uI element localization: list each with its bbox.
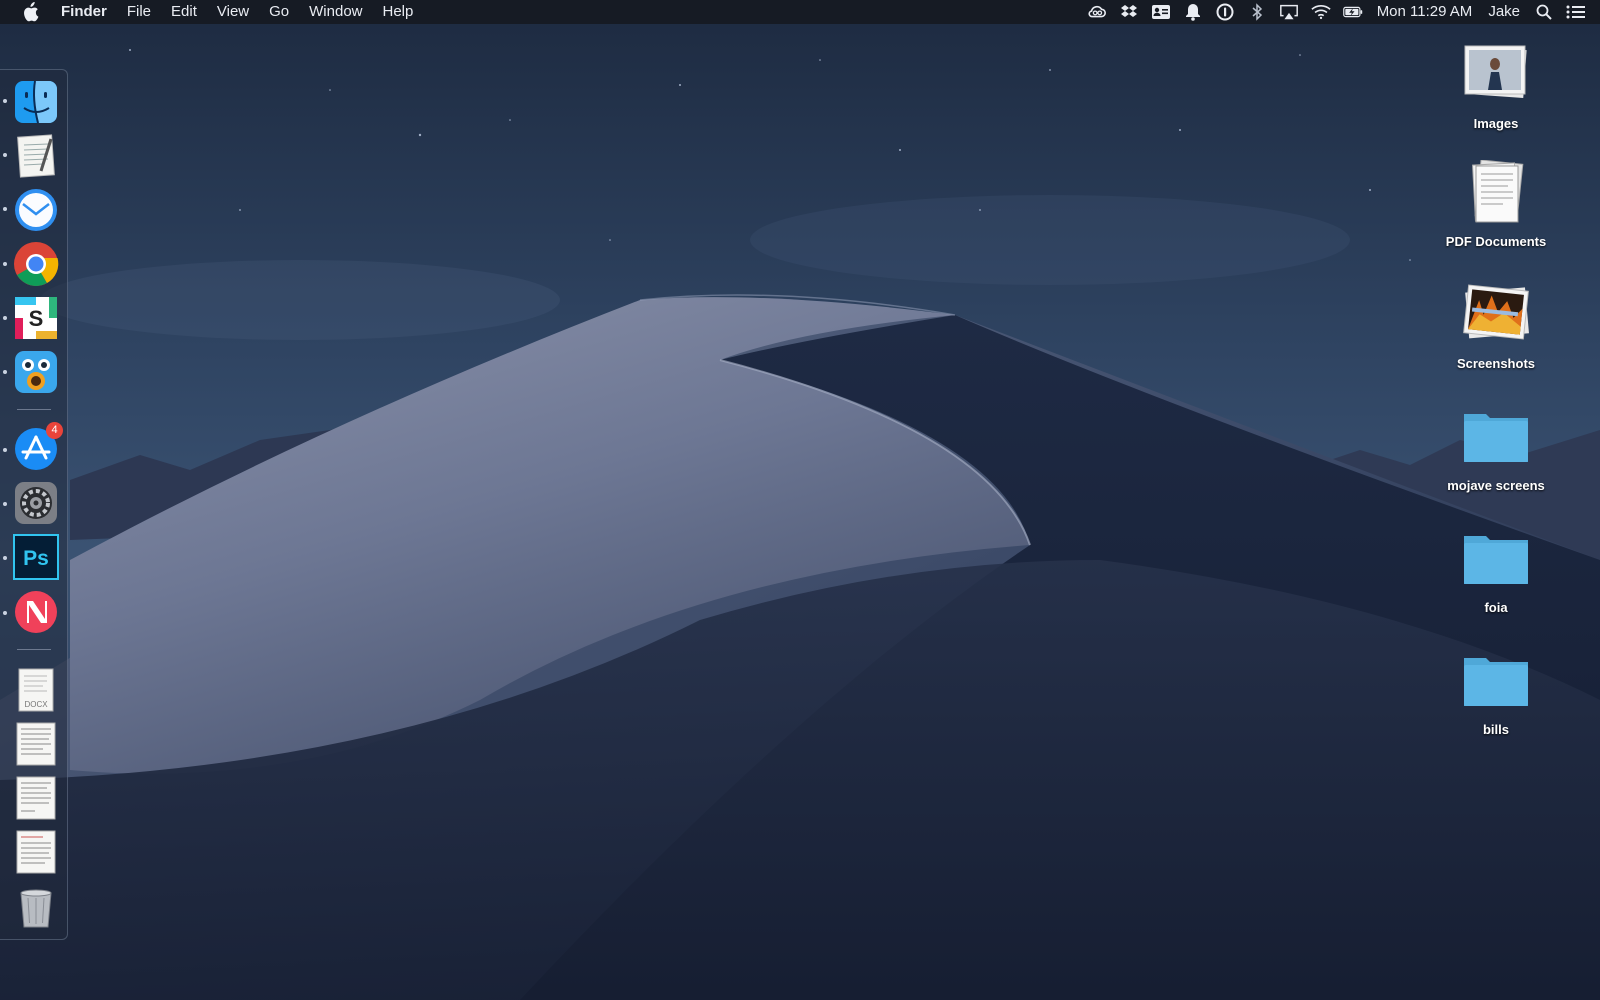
desktop-item-foia[interactable]: foia xyxy=(1436,526,1556,615)
dock-document[interactable] xyxy=(13,721,59,767)
dock-app-store[interactable]: 4 xyxy=(13,422,63,472)
document-icon xyxy=(16,776,56,820)
dock-separator xyxy=(17,649,51,650)
app-menu-finder[interactable]: Finder xyxy=(59,0,117,24)
document-icon: DOCX xyxy=(18,668,54,712)
running-indicator xyxy=(3,370,7,374)
system-preferences-icon xyxy=(15,482,57,524)
trash-icon xyxy=(20,889,52,928)
folder-icon xyxy=(1464,414,1528,462)
desktop-item-mojave-screens[interactable]: mojave screens xyxy=(1436,404,1556,493)
desktop-item-bills[interactable]: bills xyxy=(1436,648,1556,737)
desktop-item-screenshots[interactable]: Screenshots xyxy=(1436,282,1556,371)
menu-file[interactable]: File xyxy=(117,0,161,24)
running-indicator xyxy=(3,316,7,320)
running-indicator xyxy=(3,502,7,506)
battery-charging-icon[interactable] xyxy=(1342,3,1363,21)
textedit-icon xyxy=(17,134,55,178)
menu-edit[interactable]: Edit xyxy=(161,0,207,24)
desktop-item-pdf-documents[interactable]: PDF Documents xyxy=(1436,159,1556,249)
dock-tweetbot[interactable] xyxy=(13,349,59,395)
document-icon xyxy=(16,722,56,766)
dock-chrome[interactable] xyxy=(13,241,59,287)
photoshop-icon: Ps xyxy=(13,534,59,580)
svg-text:S: S xyxy=(29,306,44,331)
running-indicator xyxy=(3,153,7,157)
folder-icon xyxy=(1464,536,1528,584)
desktop-item-label: Images xyxy=(1473,116,1519,131)
dock-document[interactable] xyxy=(13,829,59,875)
desktop-item-label: foia xyxy=(1484,600,1508,615)
bluetooth-icon[interactable] xyxy=(1247,3,1267,21)
slack-icon: S xyxy=(15,297,57,339)
docx-label: DOCX xyxy=(24,700,48,709)
image-stack-icon xyxy=(1464,45,1527,98)
dock-separator xyxy=(17,409,51,410)
running-indicator xyxy=(3,262,7,266)
running-indicator xyxy=(3,611,7,615)
dock-docx-file[interactable]: DOCX xyxy=(13,667,59,713)
document-icon xyxy=(16,830,56,874)
dock-document[interactable] xyxy=(13,775,59,821)
dock-finder[interactable] xyxy=(13,79,59,125)
running-indicator xyxy=(3,207,7,211)
menu-clock[interactable]: Mon 11:29 AM xyxy=(1369,0,1481,24)
screenshot-stack-icon xyxy=(1463,284,1529,340)
wifi-icon[interactable] xyxy=(1311,3,1331,21)
folder-icon xyxy=(1464,658,1528,706)
desktop-item-images[interactable]: Images xyxy=(1436,42,1556,131)
finder-icon xyxy=(15,80,57,124)
notification-bell-icon[interactable] xyxy=(1183,3,1203,21)
list-icon[interactable] xyxy=(1566,3,1586,21)
menu-view[interactable]: View xyxy=(207,0,259,24)
user-menu[interactable]: Jake xyxy=(1480,0,1528,24)
running-indicator xyxy=(3,448,7,452)
app-store-badge: 4 xyxy=(46,422,63,439)
dock-airmail[interactable] xyxy=(13,187,59,233)
airplay-icon[interactable] xyxy=(1279,3,1299,21)
running-indicator xyxy=(3,99,7,103)
dock: S 4 Ps DOCX xyxy=(0,69,68,940)
dock-system-preferences[interactable] xyxy=(13,480,59,526)
dock-news[interactable] xyxy=(13,589,59,635)
pdf-stack-icon xyxy=(1472,159,1524,223)
running-indicator xyxy=(3,556,7,560)
search-icon[interactable] xyxy=(1534,3,1554,21)
contact-card-icon[interactable] xyxy=(1151,3,1171,21)
dock-trash[interactable] xyxy=(13,883,59,929)
menu-bar: Finder File Edit View Go Window Help Mon… xyxy=(0,0,1600,24)
news-icon xyxy=(15,591,57,633)
desktop-item-label: mojave screens xyxy=(1447,478,1545,493)
dock-slack[interactable]: S xyxy=(13,295,59,341)
dock-textedit[interactable] xyxy=(13,133,59,179)
chrome-icon xyxy=(14,242,59,286)
desktop-item-label: PDF Documents xyxy=(1445,234,1547,249)
apple-logo-icon[interactable] xyxy=(21,2,41,22)
dropbox-icon[interactable] xyxy=(1119,3,1139,21)
desktop-item-label: bills xyxy=(1482,722,1509,737)
1password-icon[interactable] xyxy=(1215,3,1235,21)
creative-cloud-icon[interactable] xyxy=(1087,3,1107,21)
tweetbot-icon xyxy=(15,351,57,393)
dock-photoshop[interactable]: Ps xyxy=(13,534,59,580)
menu-window[interactable]: Window xyxy=(299,0,372,24)
menu-go[interactable]: Go xyxy=(259,0,299,24)
menu-help[interactable]: Help xyxy=(373,0,424,24)
desktop-wallpaper xyxy=(0,0,1600,1000)
airmail-icon xyxy=(15,189,57,231)
desktop-item-label: Screenshots xyxy=(1456,356,1536,371)
photoshop-glyph: Ps xyxy=(23,547,49,570)
